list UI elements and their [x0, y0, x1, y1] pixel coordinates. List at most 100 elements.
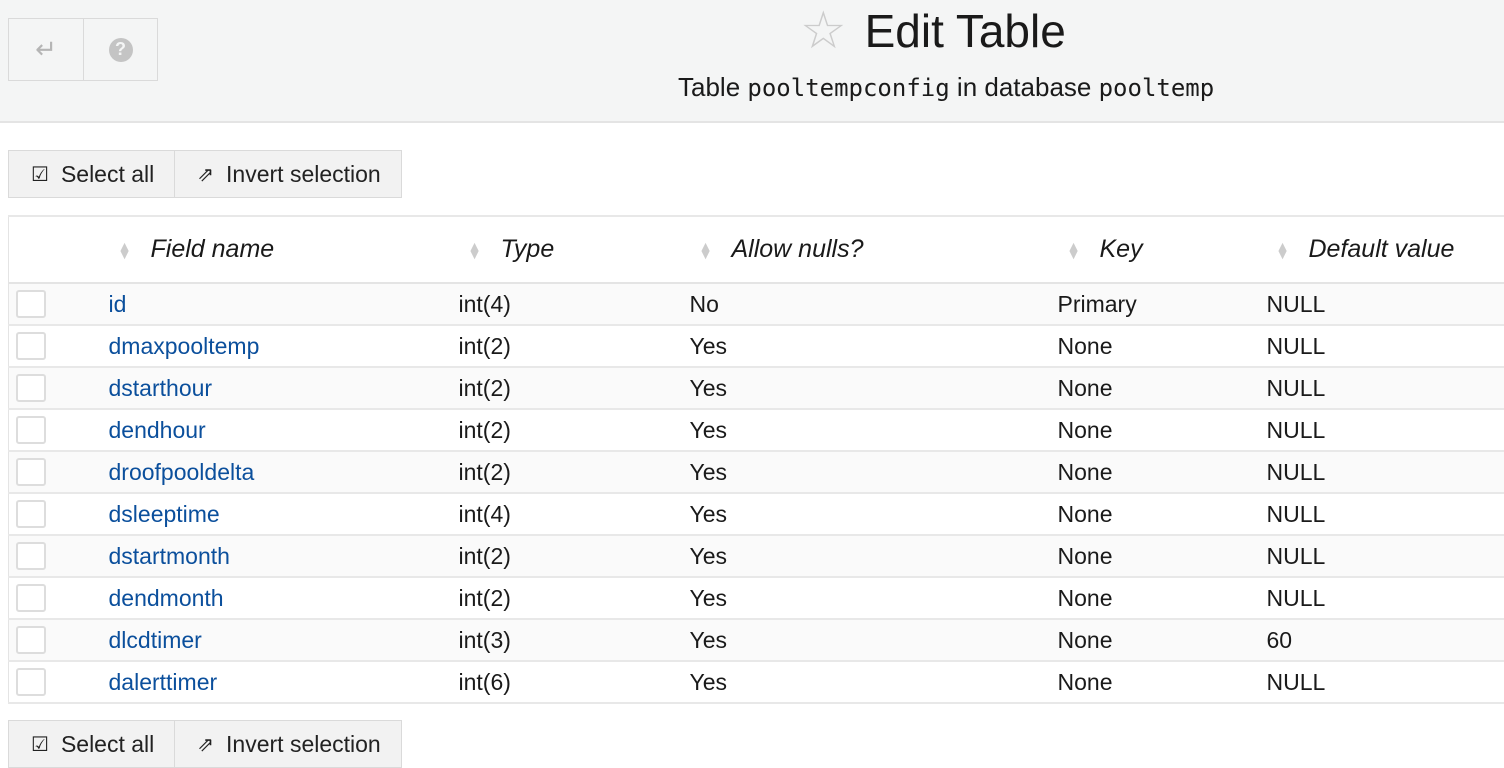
key-cell: None — [1042, 661, 1251, 703]
sort-icon: ▲▼ — [1066, 242, 1082, 258]
table-row: id int(4) No Primary NULL — [9, 283, 1504, 325]
field-name-link[interactable]: dsleeptime — [109, 501, 220, 527]
type-cell: int(4) — [443, 493, 674, 535]
allow-nulls-cell: Yes — [674, 409, 1042, 451]
key-cell: None — [1042, 577, 1251, 619]
allow-nulls-cell: No — [674, 283, 1042, 325]
subtitle-prefix: Table — [678, 72, 740, 102]
invert-selection-button[interactable]: ⇗ Invert selection — [174, 151, 400, 197]
row-checkbox-cell — [9, 367, 93, 409]
row-checkbox-cell — [9, 619, 93, 661]
default-value-cell: NULL — [1251, 409, 1504, 451]
key-cell: Primary — [1042, 283, 1251, 325]
share-square-icon: ⇗ — [197, 732, 214, 757]
row-checkbox[interactable] — [16, 626, 46, 654]
field-name-link[interactable]: dstarthour — [109, 375, 213, 401]
default-value-cell: NULL — [1251, 661, 1504, 703]
field-name-link[interactable]: id — [109, 291, 127, 317]
key-cell: None — [1042, 451, 1251, 493]
table-row: dendmonth int(2) Yes None NULL — [9, 577, 1504, 619]
field-name-link[interactable]: dendhour — [109, 417, 206, 443]
select-all-label: Select all — [61, 161, 154, 188]
row-checkbox-cell — [9, 577, 93, 619]
row-checkbox[interactable] — [16, 374, 46, 402]
type-cell: int(2) — [443, 325, 674, 367]
allow-nulls-cell: Yes — [674, 493, 1042, 535]
table-row: dsleeptime int(4) Yes None NULL — [9, 493, 1504, 535]
return-arrow-icon: ↵ — [35, 34, 57, 65]
type-cell: int(3) — [443, 619, 674, 661]
row-checkbox[interactable] — [16, 332, 46, 360]
row-checkbox[interactable] — [16, 290, 46, 318]
field-name-cell: dstarthour — [93, 367, 443, 409]
field-name-cell: dalerttimer — [93, 661, 443, 703]
field-name-cell: dlcdtimer — [93, 619, 443, 661]
field-name-link[interactable]: dalerttimer — [109, 669, 218, 695]
row-checkbox-cell — [9, 409, 93, 451]
select-all-button[interactable]: ☑ Select all — [9, 151, 174, 197]
invert-selection-button[interactable]: ⇗ Invert selection — [174, 721, 400, 767]
key-cell: None — [1042, 535, 1251, 577]
field-name-cell: dstartmonth — [93, 535, 443, 577]
default-value-cell: NULL — [1251, 283, 1504, 325]
check-square-icon: ☑ — [31, 162, 49, 187]
share-square-icon: ⇗ — [197, 162, 214, 187]
help-button[interactable]: ? — [83, 19, 157, 80]
table-row: dalerttimer int(6) Yes None NULL — [9, 661, 1504, 703]
type-cell: int(2) — [443, 367, 674, 409]
key-cell: None — [1042, 325, 1251, 367]
field-name-link[interactable]: droofpooldelta — [109, 459, 255, 485]
default-value-cell: NULL — [1251, 535, 1504, 577]
selection-toolbar: ☑ Select all ⇗ Invert selection — [8, 150, 402, 198]
row-checkbox-cell — [9, 325, 93, 367]
table-row: dendhour int(2) Yes None NULL — [9, 409, 1504, 451]
question-icon: ? — [109, 38, 133, 62]
invert-selection-label: Invert selection — [226, 161, 381, 188]
column-header-default-value[interactable]: ▲▼Default value — [1251, 216, 1504, 283]
row-checkbox[interactable] — [16, 500, 46, 528]
back-button[interactable]: ↵ — [9, 19, 83, 80]
field-name-link[interactable]: dendmonth — [109, 585, 224, 611]
column-header-field-name[interactable]: ▲▼ Field name — [93, 216, 443, 283]
field-name-link[interactable]: dmaxpooltemp — [109, 333, 260, 359]
check-square-icon: ☑ — [31, 732, 49, 757]
column-label: Type — [501, 235, 555, 263]
row-checkbox[interactable] — [16, 668, 46, 696]
row-checkbox-cell — [9, 535, 93, 577]
table-row: dmaxpooltemp int(2) Yes None NULL — [9, 325, 1504, 367]
key-cell: None — [1042, 493, 1251, 535]
type-cell: int(2) — [443, 577, 674, 619]
nav-buttons: ↵ ? — [8, 18, 158, 81]
row-checkbox[interactable] — [16, 542, 46, 570]
row-checkbox[interactable] — [16, 584, 46, 612]
row-checkbox-cell — [9, 661, 93, 703]
field-name-cell: dendhour — [93, 409, 443, 451]
column-header-key[interactable]: ▲▼Key — [1042, 216, 1251, 283]
select-all-button[interactable]: ☑ Select all — [9, 721, 174, 767]
column-label: Field name — [151, 235, 275, 263]
select-all-label: Select all — [61, 731, 154, 758]
default-value-cell: NULL — [1251, 451, 1504, 493]
row-checkbox-cell — [9, 493, 93, 535]
row-checkbox[interactable] — [16, 416, 46, 444]
page-subtitle: Table pooltempconfig in database pooltem… — [678, 72, 1214, 103]
row-checkbox-cell — [9, 283, 93, 325]
type-cell: int(2) — [443, 409, 674, 451]
column-header-allow-nulls[interactable]: ▲▼Allow nulls? — [674, 216, 1042, 283]
field-name-cell: droofpooldelta — [93, 451, 443, 493]
type-cell: int(4) — [443, 283, 674, 325]
sort-icon: ▲▼ — [117, 242, 133, 258]
table-row: dlcdtimer int(3) Yes None 60 — [9, 619, 1504, 661]
default-value-cell: NULL — [1251, 493, 1504, 535]
star-icon[interactable]: ☆ — [800, 5, 847, 57]
row-checkbox[interactable] — [16, 458, 46, 486]
field-name-link[interactable]: dlcdtimer — [109, 627, 202, 653]
default-value-cell: NULL — [1251, 367, 1504, 409]
field-name-cell: dendmonth — [93, 577, 443, 619]
invert-selection-label: Invert selection — [226, 731, 381, 758]
field-name-cell: dsleeptime — [93, 493, 443, 535]
key-cell: None — [1042, 619, 1251, 661]
field-name-link[interactable]: dstartmonth — [109, 543, 230, 569]
subtitle-mid: in database — [957, 72, 1091, 102]
column-header-type[interactable]: ▲▼Type — [443, 216, 674, 283]
